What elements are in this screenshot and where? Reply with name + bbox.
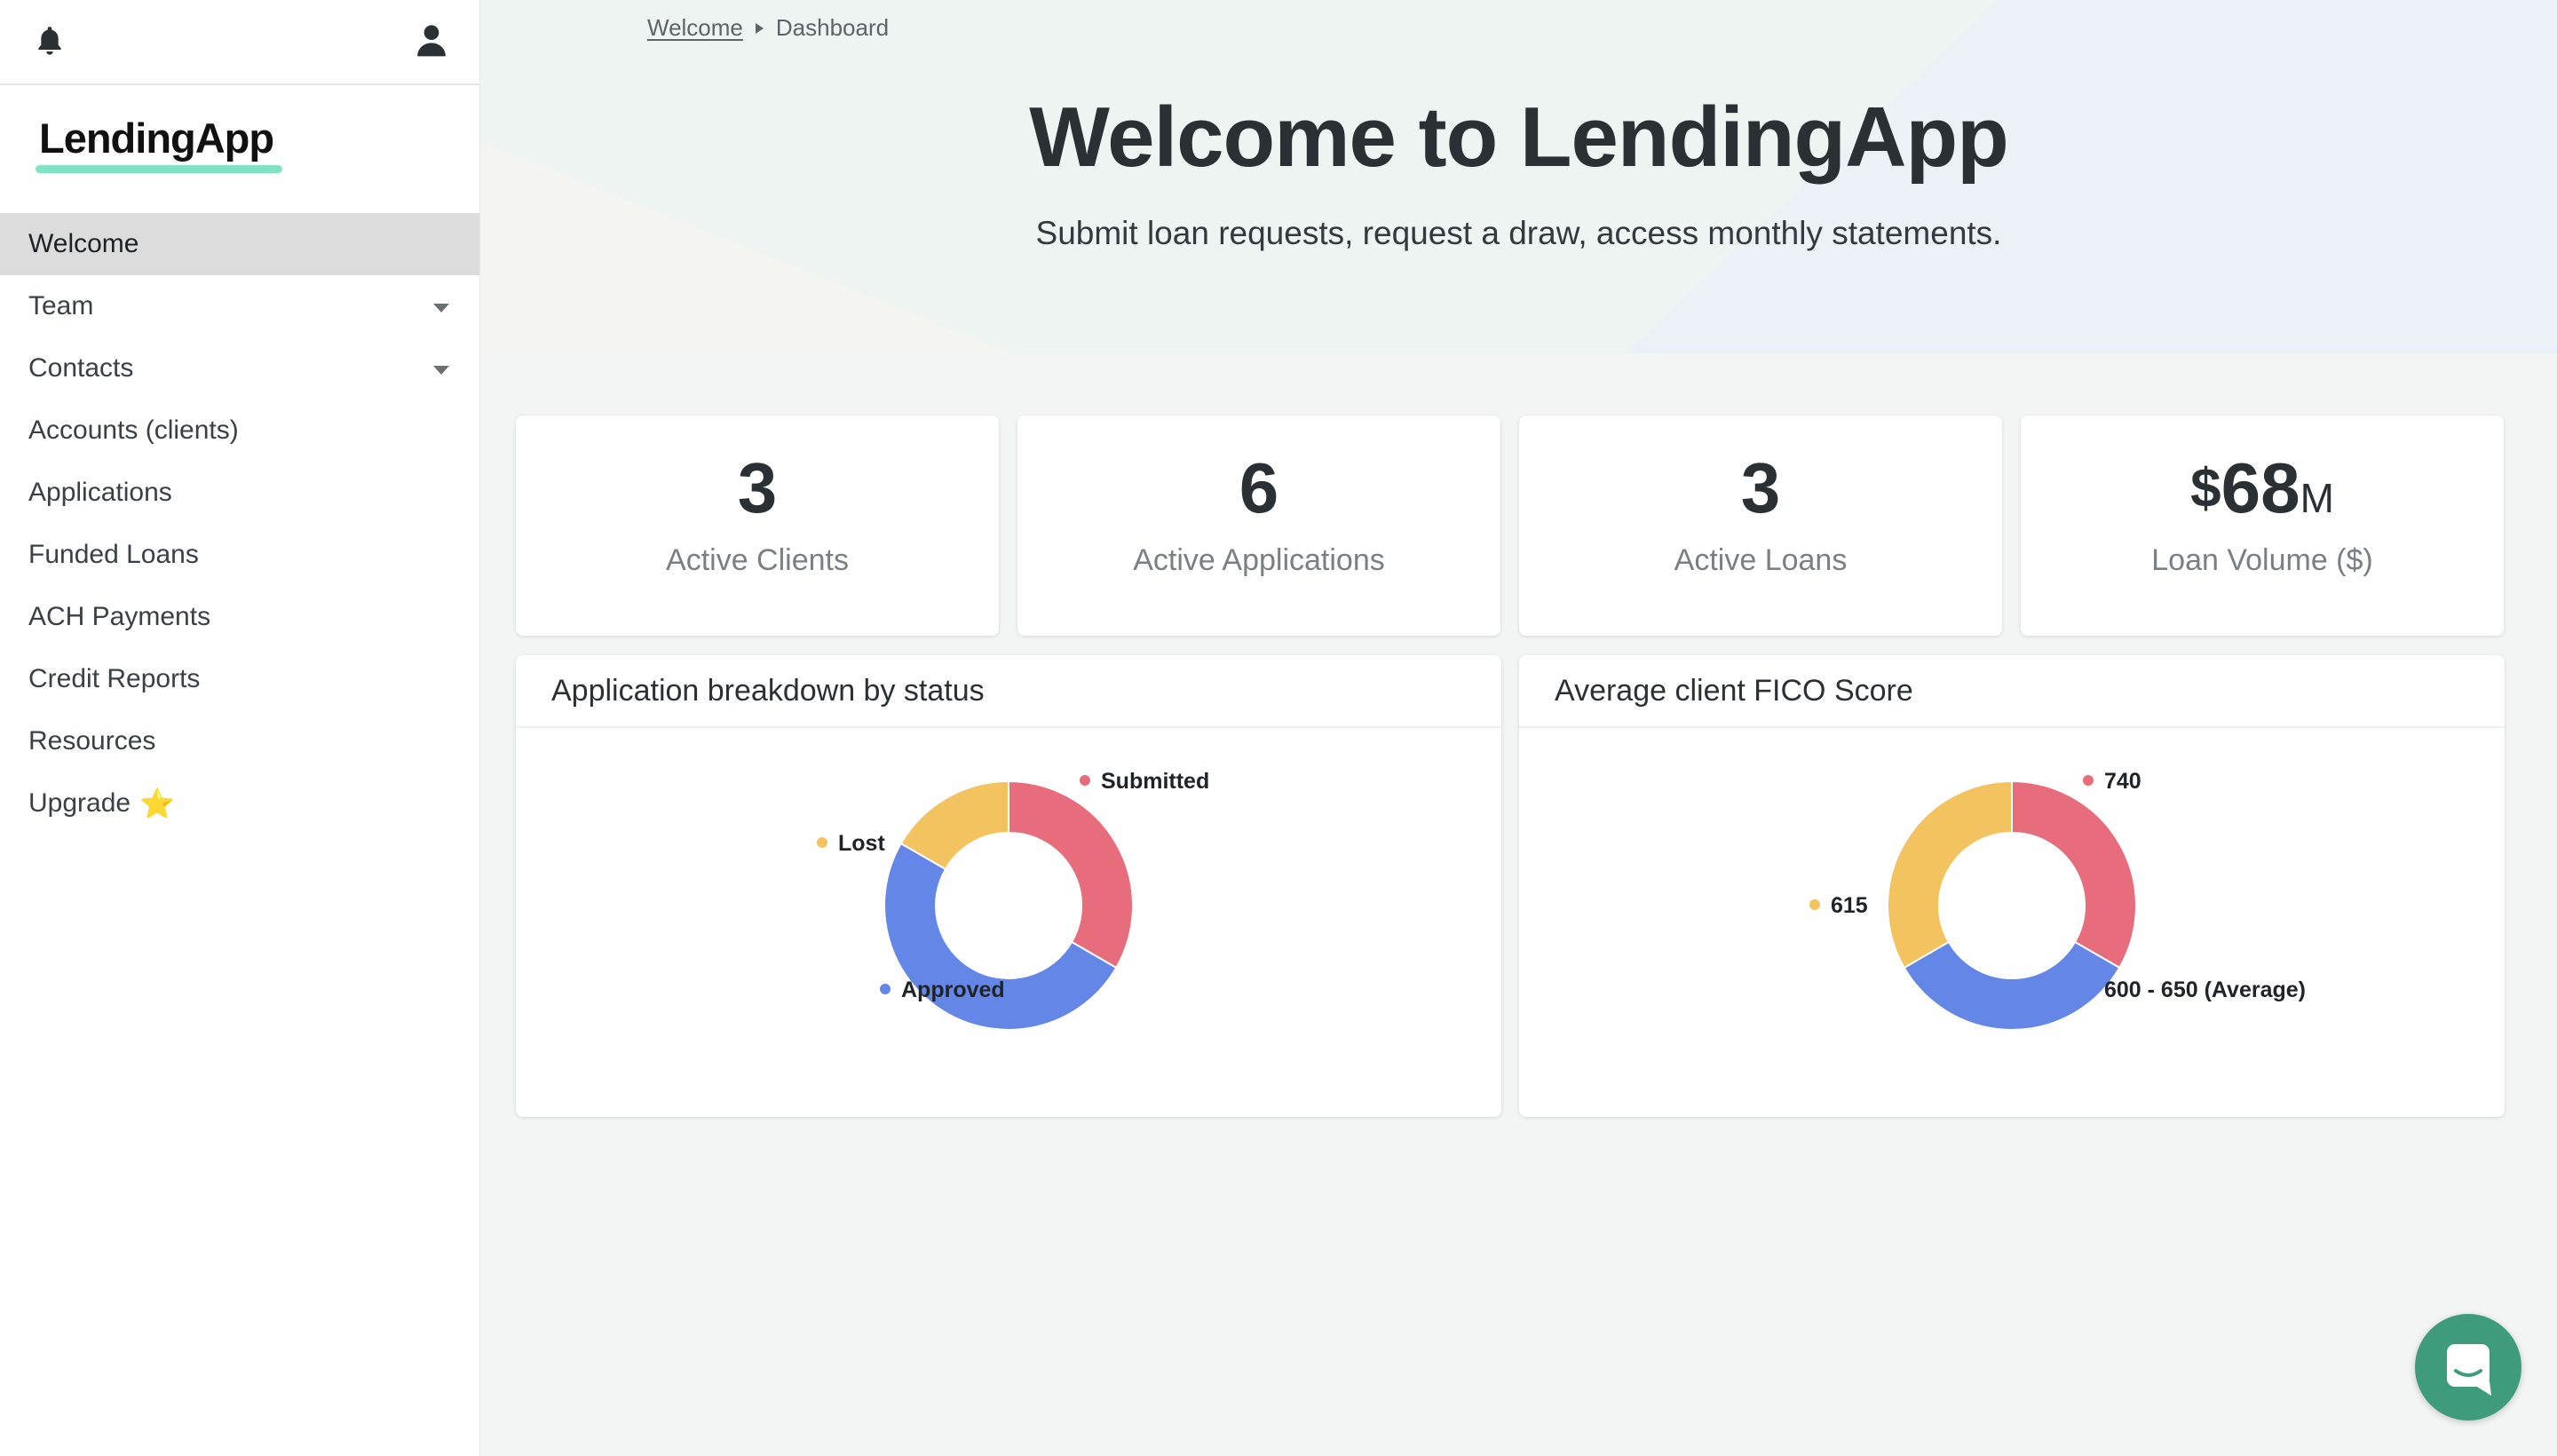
data-label: 740 [2104,769,2141,794]
donut-slice-740[interactable] [2011,779,2137,969]
sidebar-item-label: Upgrade [28,788,131,818]
legend-dot [817,837,827,848]
legend-dot [1080,775,1090,786]
sidebar-item-accounts-clients[interactable]: Accounts (clients) [0,400,479,462]
chart-title: Average client FICO Score [1519,655,2505,728]
breadcrumb-separator-icon [755,22,764,34]
sidebar-item-credit-reports[interactable]: Credit Reports [0,648,479,710]
chart-card-application-status: Application breakdown by status Submitte… [516,655,1501,1117]
chat-launcher-button[interactable] [2415,1314,2521,1420]
stat-label: Active Loans [1674,543,1848,577]
sidebar-nav: Welcome Team Contacts Accounts (clients) App… [0,213,479,835]
sidebar-item-ach-payments[interactable]: ACH Payments [0,586,479,648]
breadcrumb-link-welcome[interactable]: Welcome [647,14,743,42]
sidebar-item-label: Welcome [28,229,139,258]
stat-card-loan-volume[interactable]: $68M Loan Volume ($) [2021,415,2504,636]
stat-value: 3 [1740,448,1781,527]
sidebar-item-label: Team [28,291,94,320]
data-label: Lost [838,831,885,856]
sidebar-item-label: Accounts (clients) [28,415,239,445]
sidebar-item-label: Credit Reports [28,664,201,693]
donut-chart-application-status: Submitted Approved Lost [817,769,1209,1031]
stat-label: Active Applications [1133,543,1385,577]
sidebar-item-team[interactable]: Team [0,275,479,337]
sidebar-item-label: ACH Payments [28,602,211,631]
legend-dot [880,984,891,994]
chat-icon [2447,1344,2491,1396]
data-label: Approved [901,977,1005,1002]
chart-card-fico-score: Average client FICO Score 740 600 - 650 (… [1519,655,2505,1117]
legend-dot [2083,775,2094,786]
stat-value: 68 [2221,448,2300,527]
data-label: 600 - 650 (Average) [2104,977,2306,1002]
donut-slice-submitted[interactable] [1008,779,1134,969]
chevron-down-icon[interactable] [433,304,449,313]
stat-card-active-applications[interactable]: 6 Active Applications [1017,415,1500,636]
logo-underline [36,165,282,173]
sidebar-item-applications[interactable]: Applications [0,462,479,524]
data-label: 615 [1831,893,1868,918]
sidebar-item-label: Funded Loans [28,540,199,569]
donut-slice-615[interactable] [1887,779,2013,969]
legend-dot [2083,984,2094,994]
chart-title: Application breakdown by status [516,655,1501,728]
sidebar: LendingApp Welcome Team Contacts Accounts (… [0,0,480,1456]
sidebar-item-contacts[interactable]: Contacts [0,337,479,400]
stat-label: Loan Volume ($) [2151,543,2373,577]
sidebar-item-label: Resources [28,726,156,756]
breadcrumb: Welcome Dashboard [647,14,889,42]
sidebar-topbar [0,0,479,85]
stat-value-group: $68M [2021,453,2504,524]
stat-card-active-clients[interactable]: 3 Active Clients [516,415,999,636]
bell-icon[interactable] [32,23,67,59]
star-icon: ⭐ [139,787,175,819]
sidebar-item-welcome[interactable]: Welcome [0,213,479,275]
breadcrumb-current: Dashboard [775,14,890,41]
app-logo[interactable]: LendingApp [39,114,274,162]
donut-chart-fico-score: 740 600 - 650 (Average) 615 [1809,769,2306,1032]
page-subtitle: Submit loan requests, request a draw, ac… [1035,215,2002,251]
stat-currency: $ [2190,458,2221,519]
sidebar-item-upgrade[interactable]: Upgrade ⭐ [0,772,479,835]
stat-value: 3 [737,448,778,527]
sidebar-item-label: Contacts [28,353,134,383]
stat-label: Active Clients [666,543,849,577]
legend-dot [1809,899,1820,910]
sidebar-item-funded-loans[interactable]: Funded Loans [0,524,479,586]
stat-card-active-loans[interactable]: 3 Active Loans [1519,415,2002,636]
user-icon[interactable] [414,21,449,59]
page-title: Welcome to LendingApp [1029,90,2009,185]
chevron-down-icon[interactable] [433,366,449,375]
sidebar-item-label: Applications [28,478,172,507]
data-label: Submitted [1101,769,1209,794]
stat-unit: M [2300,475,2334,521]
sidebar-item-resources[interactable]: Resources [0,710,479,772]
stat-value: 6 [1239,448,1279,527]
